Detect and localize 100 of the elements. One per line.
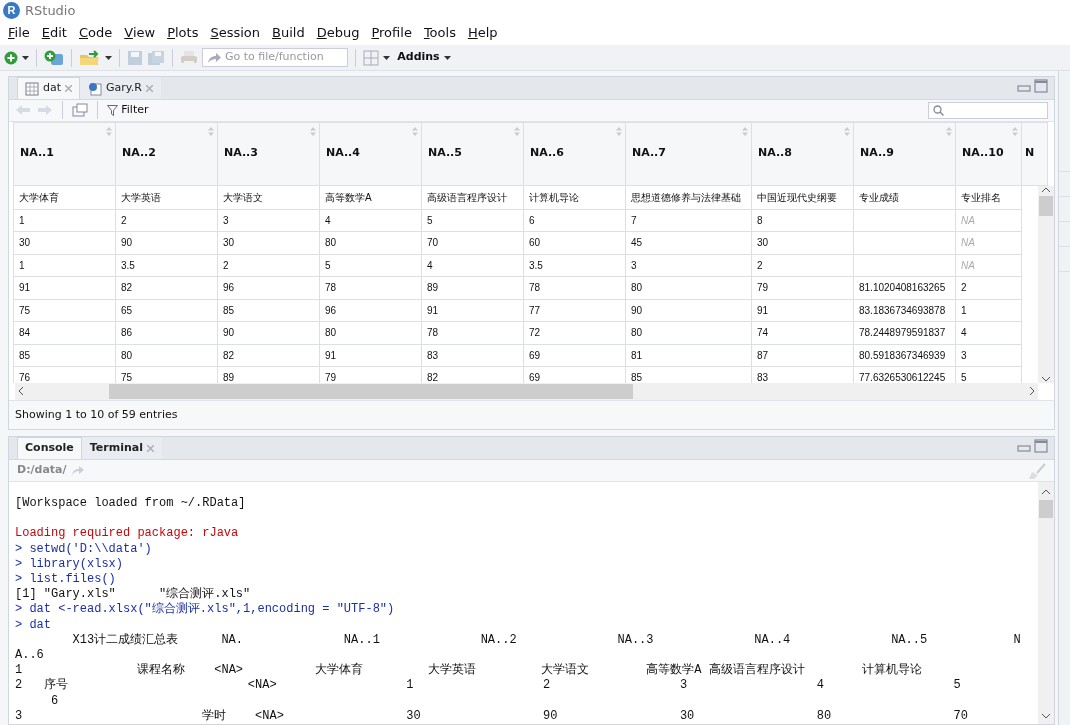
sort-icon[interactable] (412, 126, 418, 136)
menu-item[interactable]: View (118, 23, 162, 43)
menu-item[interactable]: File (2, 23, 36, 43)
table-cell: 高等数学A (319, 185, 422, 210)
table-cell: 1 (13, 209, 116, 232)
filter-icon (107, 104, 118, 116)
go-to-file-input[interactable]: Go to file/function (225, 49, 335, 66)
maximize-icon[interactable] (1034, 439, 1048, 453)
table-cell: 80 (319, 321, 422, 345)
table-cell: 75 (13, 299, 116, 322)
sort-icon[interactable] (514, 126, 520, 136)
table-cell: 72 (523, 321, 626, 345)
table-cell: 91 (13, 276, 116, 300)
table-cell: 2 (955, 276, 1022, 300)
addins-menu[interactable]: Addins (397, 49, 440, 66)
horizontal-scrollbar[interactable] (15, 382, 1038, 400)
scrollbar-thumb[interactable] (1039, 500, 1053, 518)
clear-console-icon[interactable] (1028, 462, 1046, 479)
console-command: > dat <-read.xlsx("综合测评.xls",1,encoding = "UTF-8") (15, 602, 396, 618)
column-header[interactable]: NA..5 (421, 122, 524, 186)
menu-item[interactable]: Profile (365, 23, 418, 43)
table-cell: 1 (13, 254, 116, 277)
filter-button[interactable]: Filter (107, 102, 149, 119)
dropdown-caret-icon[interactable] (443, 55, 451, 60)
column-header[interactable]: N (1021, 122, 1048, 186)
column-header[interactable]: NA..8 (751, 122, 854, 186)
menu-item[interactable]: Build (266, 23, 311, 43)
table-cell: 4 (319, 209, 422, 232)
column-header[interactable]: NA..9 (853, 122, 956, 186)
maximize-icon[interactable] (1034, 79, 1048, 93)
menu-item[interactable]: Session (204, 23, 267, 43)
menu-item[interactable]: Edit (35, 23, 73, 43)
table-cell: 96 (217, 276, 320, 300)
table-cell: 85 (13, 344, 116, 367)
scroll-up-icon[interactable] (1041, 185, 1051, 194)
menu-item[interactable]: Help (461, 23, 504, 43)
close-icon[interactable] (65, 85, 73, 92)
scroll-down-icon[interactable] (1041, 374, 1051, 383)
sort-icon[interactable] (310, 126, 316, 136)
table-cell: 78 (421, 321, 524, 345)
scrollbar-thumb[interactable] (1039, 195, 1053, 216)
table-cell: 82 (115, 276, 218, 300)
console-tab[interactable]: Terminal (81, 437, 162, 459)
table-cell: 5 (421, 209, 524, 232)
new-project-icon[interactable] (44, 49, 64, 66)
column-header[interactable]: NA..2 (115, 122, 218, 186)
console-tab[interactable]: Console (17, 437, 82, 459)
arrow-icon (207, 51, 221, 64)
script-file-icon (88, 81, 103, 96)
scroll-down-icon[interactable] (1041, 712, 1051, 720)
dropdown-caret-icon[interactable] (105, 55, 112, 60)
table-cell: 91 (751, 299, 854, 322)
table-cell: 91 (319, 344, 422, 367)
table-cell: 80 (625, 321, 752, 345)
table-cell: 65 (115, 299, 218, 322)
search-field[interactable] (928, 101, 1048, 119)
sort-icon[interactable] (616, 126, 622, 136)
console-output: [1] "Gary.xls" "综合测评.xls" (15, 587, 252, 602)
table-cell: 69 (523, 344, 626, 367)
column-header[interactable]: NA..1 (13, 122, 116, 186)
sort-icon[interactable] (106, 126, 112, 136)
console-output: 3 学时 <NA> 30 90 30 80 70 (15, 708, 969, 724)
dropdown-caret-icon[interactable] (383, 55, 390, 60)
menu-item[interactable]: Tools (417, 23, 462, 43)
vertical-scrollbar[interactable] (1038, 185, 1054, 383)
menu-item[interactable]: Debug (310, 23, 366, 43)
table-cell: 3.5 (115, 254, 218, 277)
sort-icon[interactable] (946, 126, 952, 136)
sort-icon[interactable] (1012, 126, 1018, 136)
sort-icon[interactable] (844, 126, 850, 136)
table-cell: 2 (751, 254, 854, 277)
column-header[interactable]: NA..4 (319, 122, 422, 186)
column-header[interactable]: NA..10 (955, 122, 1022, 186)
sort-icon[interactable] (742, 126, 748, 136)
console-command: > list.files() (15, 572, 117, 588)
table-cell: 3 (625, 254, 752, 277)
scrollbar-thumb[interactable] (109, 383, 633, 399)
table-cell: 45 (625, 231, 752, 255)
table-cell: 89 (421, 276, 524, 300)
menu-item[interactable]: Plots (161, 23, 205, 43)
scroll-up-icon[interactable] (1041, 488, 1051, 496)
menu-item[interactable]: Code (72, 23, 119, 43)
column-header[interactable]: NA..7 (625, 122, 752, 186)
close-icon[interactable] (147, 445, 154, 452)
table-cell: 91 (421, 299, 524, 322)
column-header[interactable]: NA..6 (523, 122, 626, 186)
editor-tab[interactable]: Gary.R (80, 77, 161, 99)
editor-tab[interactable]: dat (17, 77, 81, 99)
table-cell: 8 (751, 209, 854, 232)
table-cell: 80.5918367346939 (853, 344, 956, 367)
close-icon[interactable] (145, 85, 153, 92)
sort-icon[interactable] (208, 126, 214, 136)
table-cell: 2 (217, 254, 320, 277)
go-to-file-field[interactable]: Go to file/function (202, 48, 348, 67)
column-header[interactable]: NA..3 (217, 122, 320, 186)
dropdown-caret-icon[interactable] (22, 55, 29, 60)
table-cell: 专业成绩 (853, 185, 956, 210)
vertical-scrollbar[interactable] (1038, 482, 1054, 724)
go-to-directory-icon[interactable] (70, 465, 85, 476)
popout-icon[interactable] (72, 103, 88, 118)
